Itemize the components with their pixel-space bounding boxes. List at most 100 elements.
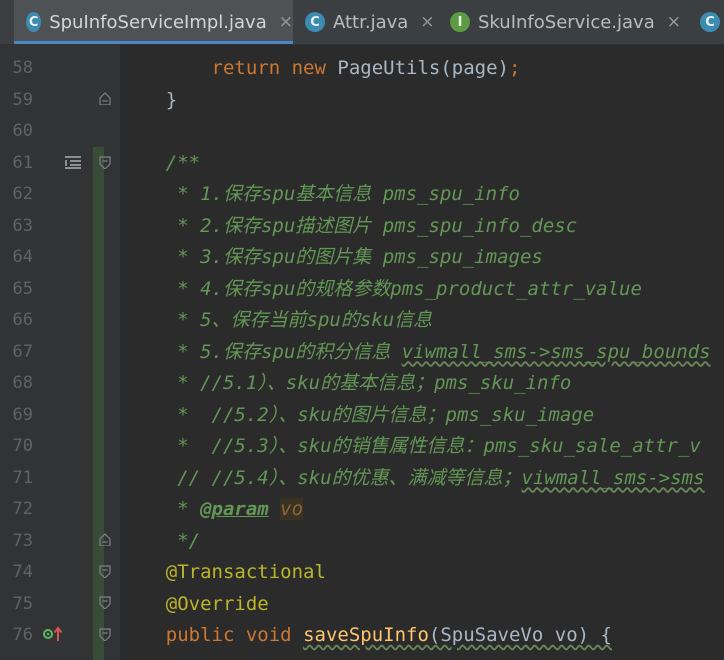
line-number[interactable]: 63 xyxy=(0,211,33,242)
annotation: @Override xyxy=(120,592,269,615)
comment-text: */ xyxy=(120,529,201,552)
line-number[interactable]: 75 xyxy=(0,589,33,620)
line-code[interactable]: * //5.3）、sku的销售属性信息：pms_sku_sale_attr_v xyxy=(120,431,701,462)
fold-end-icon[interactable] xyxy=(99,533,111,546)
fold-start-icon[interactable] xyxy=(99,596,111,609)
close-icon[interactable]: × xyxy=(420,12,434,32)
code-line: 64 * 3.保存spu的图片集 pms_spu_images xyxy=(0,242,724,273)
code-line: 68 * //5.1）、sku的基本信息；pms_sku_info xyxy=(0,368,724,399)
keyword: new xyxy=(291,57,326,79)
line-number[interactable]: 67 xyxy=(0,337,33,368)
close-icon[interactable]: × xyxy=(279,12,293,32)
line-number[interactable]: 59 xyxy=(0,85,33,116)
annotation: @Transactional xyxy=(120,561,326,583)
code-token: ; xyxy=(508,57,521,79)
line-number[interactable]: 58 xyxy=(0,53,33,84)
tab-skuinfoservice-java[interactable]: I SkuInfoService.java × xyxy=(438,0,688,44)
tab-label: SpuInfoServiceImpl.java xyxy=(49,11,267,33)
class-icon: C xyxy=(700,12,720,32)
tab-attr-java[interactable]: C Attr.java × xyxy=(293,0,438,44)
code-line: 70 * //5.3）、sku的销售属性信息：pms_sku_sale_attr… xyxy=(0,431,724,462)
line-number[interactable]: 70 xyxy=(0,431,33,462)
method-name: saveSpuInfo xyxy=(303,624,429,646)
line-code[interactable]: * 2.保存spu描述图片 pms_spu_info_desc xyxy=(120,211,577,242)
line-code[interactable]: * 1.保存spu基本信息 pms_spu_info xyxy=(120,179,520,210)
line-code[interactable]: } xyxy=(120,85,177,116)
comment-text: /** xyxy=(120,151,201,174)
javadoc-tag: @param xyxy=(200,498,269,520)
keyword: void xyxy=(245,624,292,646)
tab-spuinfoserviceimpl-java[interactable]: C SpuInfoServiceImpl.java × xyxy=(14,0,293,44)
line-code[interactable]: * @param vo xyxy=(120,494,304,525)
code-line: 72 * @param vo xyxy=(0,494,724,525)
comment-text: * 5.保存spu的积分信息 xyxy=(120,340,402,363)
code-line: 63 * 2.保存spu描述图片 pms_spu_info_desc xyxy=(0,211,724,242)
class-icon: C xyxy=(305,12,325,32)
code-line: 58 return new PageUtils(page); xyxy=(0,53,724,84)
comment-text xyxy=(269,498,280,520)
comment-text: * 2.保存spu描述图片 pms_spu_info_desc xyxy=(120,214,578,237)
tab-s[interactable]: CS xyxy=(688,0,724,44)
line-code[interactable]: @Transactional xyxy=(120,557,326,588)
line-code[interactable]: */ xyxy=(120,526,200,557)
tab-label: Attr.java xyxy=(333,11,409,33)
line-code[interactable]: * 4.保存spu的规格参数pms_product_attr_value xyxy=(120,274,642,305)
line-number[interactable]: 72 xyxy=(0,494,33,525)
comment-text: * //5.2）、sku的图片信息；pms_sku_image xyxy=(120,403,595,426)
line-code[interactable]: * 5.保存spu的积分信息 viwmall_sms->sms_spu_boun… xyxy=(120,337,711,368)
line-code[interactable]: * 3.保存spu的图片集 pms_spu_images xyxy=(120,242,543,273)
line-number[interactable]: 62 xyxy=(0,179,33,210)
comment-text: * 4.保存spu的规格参数pms_product_attr_value xyxy=(120,277,642,300)
line-number[interactable]: 69 xyxy=(0,400,33,431)
line-code[interactable]: public void saveSpuInfo(SpuSaveVo vo) { xyxy=(120,620,612,651)
comment-text: * 5、保存当前spu的sku信息 xyxy=(120,309,433,331)
line-number[interactable]: 71 xyxy=(0,463,33,494)
close-icon[interactable]: × xyxy=(667,12,681,32)
line-number[interactable]: 74 xyxy=(0,557,33,588)
render-doc-icon[interactable] xyxy=(65,155,83,169)
fold-end-icon[interactable] xyxy=(99,92,111,105)
keyword: public xyxy=(165,624,235,646)
line-number[interactable]: 73 xyxy=(0,526,33,557)
javadoc-param: vo xyxy=(280,498,304,520)
implements-method-icon[interactable] xyxy=(43,626,65,642)
line-code[interactable]: * //5.2）、sku的图片信息；pms_sku_image xyxy=(120,400,594,431)
code-line: 69 * //5.2）、sku的图片信息；pms_sku_image xyxy=(0,400,724,431)
line-number[interactable]: 68 xyxy=(0,368,33,399)
code-token: (SpuSaveVo vo) { xyxy=(428,624,612,646)
line-code[interactable]: @Override xyxy=(120,589,269,620)
code-token: PageUtils(page) xyxy=(325,57,509,79)
line-number[interactable]: 64 xyxy=(0,242,33,273)
comment-text: * //5.3）、sku的销售属性信息：pms_sku_sale_attr_v xyxy=(120,435,701,457)
tab-label: SkuInfoService.java xyxy=(478,11,655,33)
line-number[interactable]: 61 xyxy=(0,148,33,179)
comment-text: viwmall_sms->sms xyxy=(521,466,705,489)
comment-text: viwmall_sms->sms_spu_bounds xyxy=(401,340,711,363)
line-code[interactable]: // //5.4）、sku的优惠、满减等信息；viwmall_sms->sms xyxy=(120,463,705,494)
line-number[interactable]: 66 xyxy=(0,305,33,336)
line-number[interactable]: 65 xyxy=(0,274,33,305)
line-code[interactable]: return new PageUtils(page); xyxy=(120,53,521,84)
comment-text: * 3.保存spu的图片集 pms_spu_images xyxy=(120,246,543,268)
class-icon: C xyxy=(26,12,42,32)
line-code[interactable]: * 5、保存当前spu的sku信息 xyxy=(120,305,432,336)
line-number[interactable]: 60 xyxy=(0,116,33,147)
line-code[interactable]: /** xyxy=(120,148,200,179)
line-code[interactable]: * //5.1）、sku的基本信息；pms_sku_info xyxy=(120,368,571,399)
interface-icon: I xyxy=(450,12,470,32)
fold-start-icon[interactable] xyxy=(99,156,111,169)
fold-start-icon[interactable] xyxy=(99,565,111,578)
line-number[interactable]: 76 xyxy=(0,620,33,651)
code-line: 62 * 1.保存spu基本信息 pms_spu_info xyxy=(0,179,724,210)
comment-text: // //5.4）、sku的优惠、满减等信息； xyxy=(120,466,522,489)
code-line: 66 * 5、保存当前spu的sku信息 xyxy=(0,305,724,336)
fold-start-icon[interactable] xyxy=(99,628,111,641)
comment-text: * 1.保存spu基本信息 pms_spu_info xyxy=(120,183,520,205)
code-line: 60 xyxy=(0,116,724,147)
code-line: 71 // //5.4）、sku的优惠、满减等信息；viwmall_sms->s… xyxy=(0,463,724,494)
